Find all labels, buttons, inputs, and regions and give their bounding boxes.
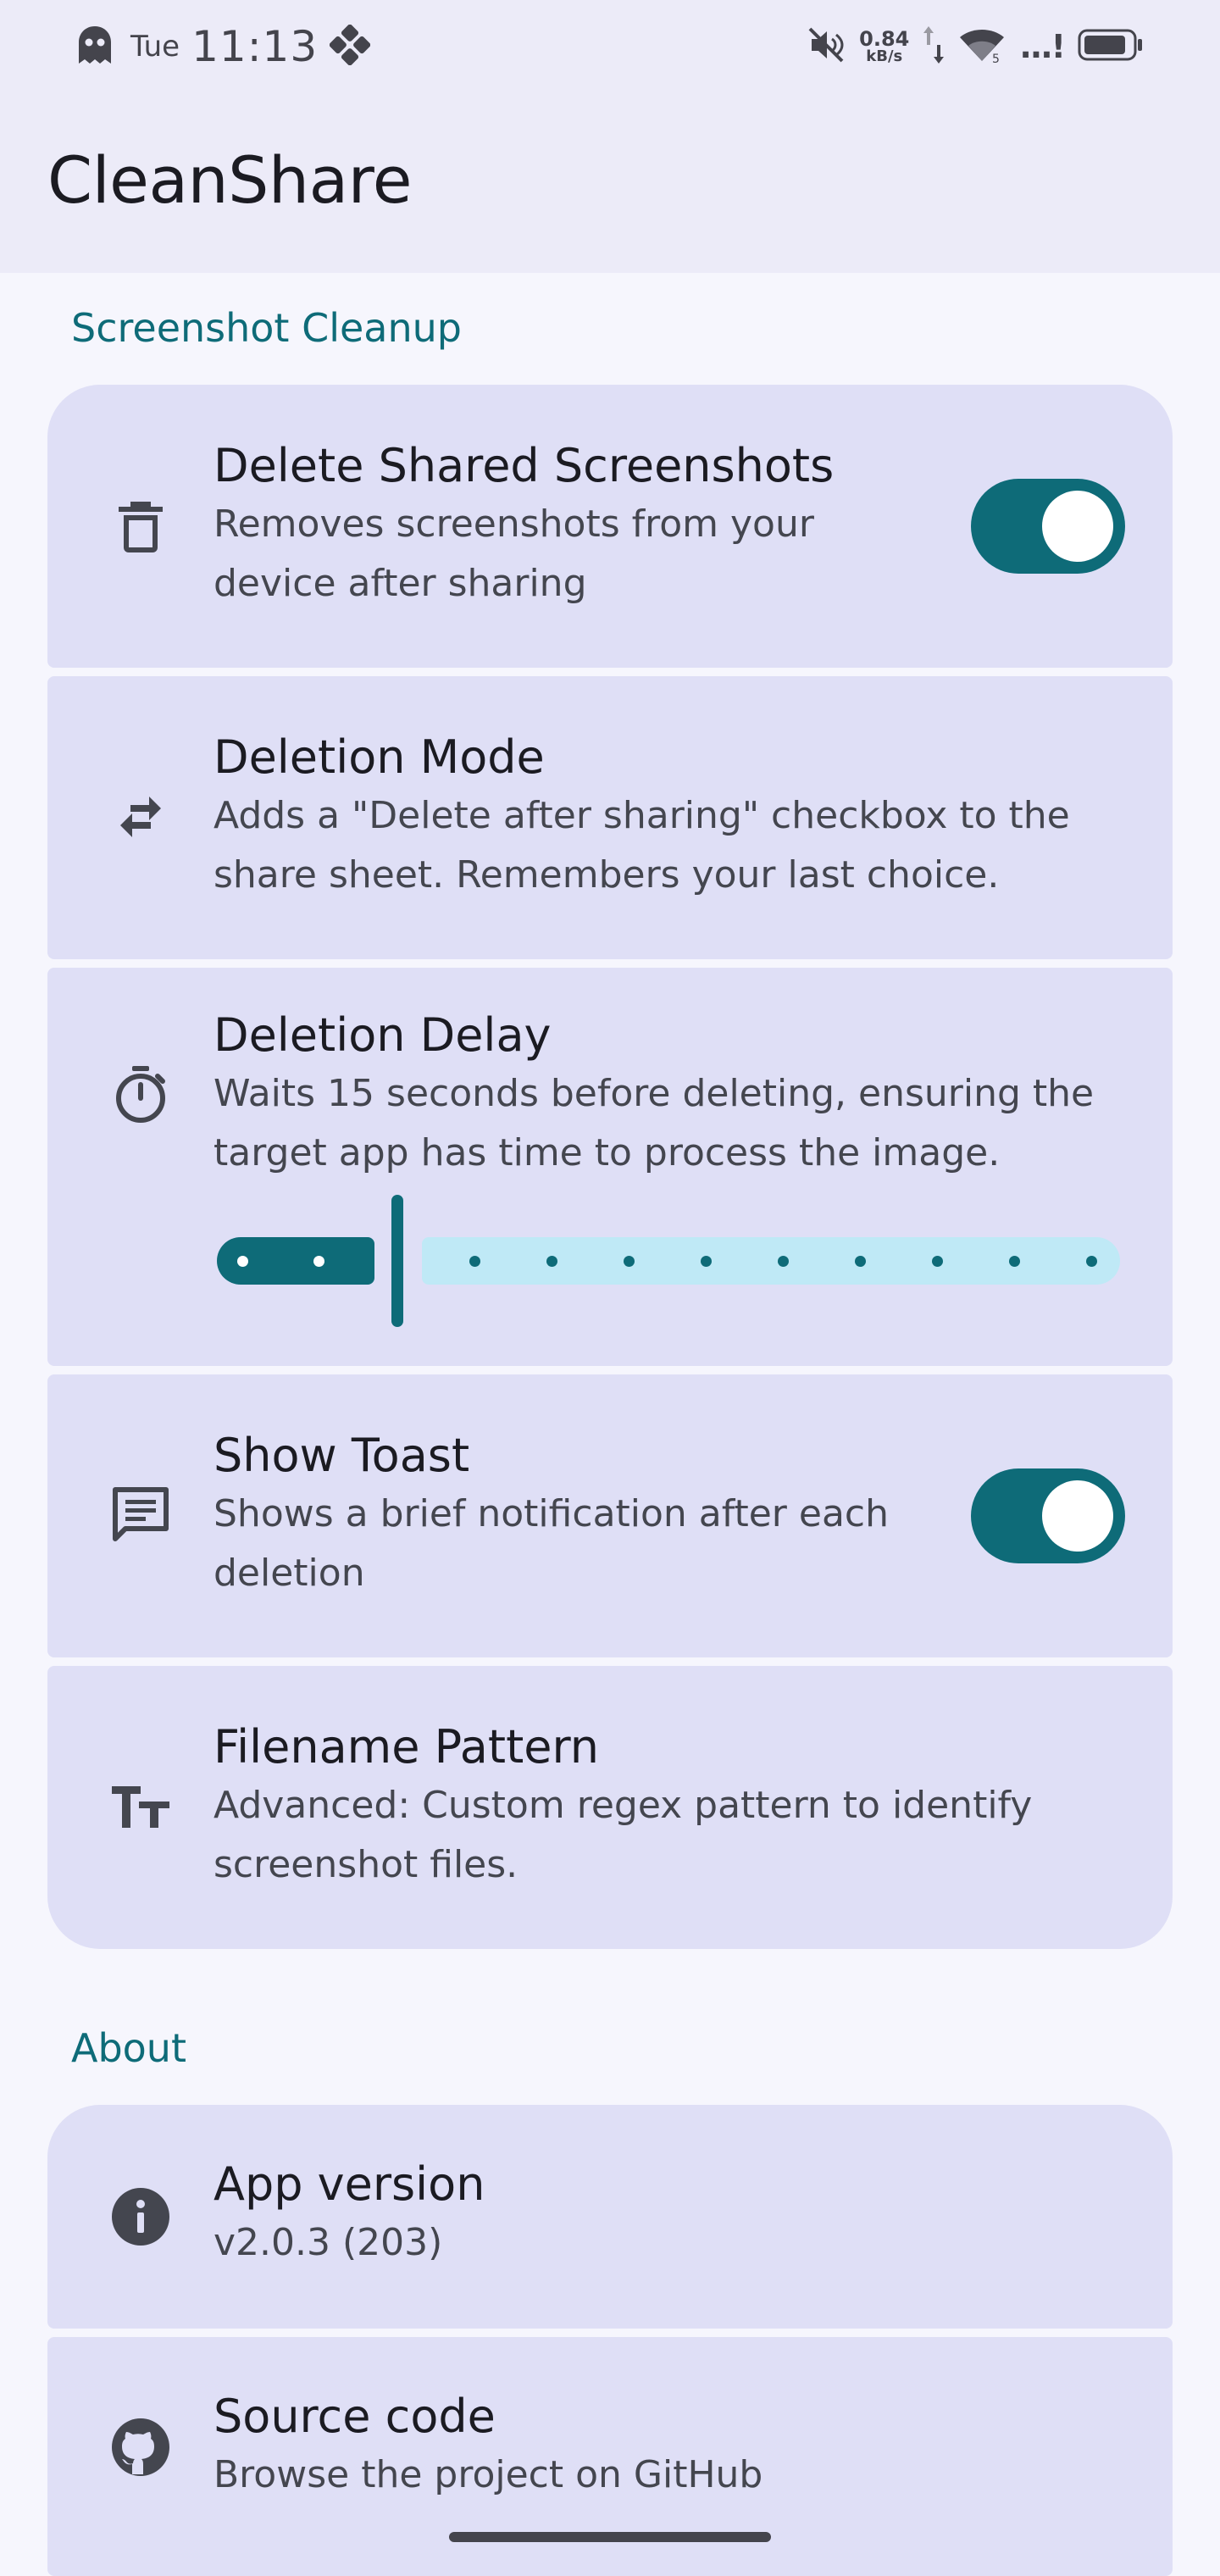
wifi-icon: 5 xyxy=(958,25,1006,68)
slider-tick xyxy=(855,1256,866,1267)
timer-icon xyxy=(108,1063,173,1127)
setting-deletion-mode[interactable]: Deletion Mode Adds a "Delete after shari… xyxy=(47,676,1173,959)
message-icon xyxy=(108,1483,173,1547)
slider-tick xyxy=(469,1256,480,1267)
setting-desc-line-1: Adds a "Delete after sharing" checkbox t… xyxy=(214,794,1070,837)
signal-indicator: ...! xyxy=(1019,28,1066,65)
net-speed-unit: kB/s xyxy=(866,47,903,65)
net-speed-value: 0.84 xyxy=(859,27,910,51)
slider-tick xyxy=(1086,1256,1097,1267)
toggle-thumb xyxy=(1042,491,1113,562)
slider-handle[interactable] xyxy=(391,1195,403,1327)
info-icon xyxy=(108,2185,173,2249)
about-title: Source code xyxy=(214,2390,496,2443)
slider-tick xyxy=(237,1256,248,1267)
slider-tick xyxy=(1009,1256,1020,1267)
slider-tick xyxy=(546,1256,557,1267)
setting-title: Filename Pattern xyxy=(214,1720,599,1774)
setting-title: Show Toast xyxy=(214,1429,470,1482)
setting-title: Deletion Mode xyxy=(214,730,545,784)
data-arrows-icon xyxy=(923,23,945,70)
slider-tick xyxy=(778,1256,789,1267)
deletion-delay-slider[interactable] xyxy=(217,1195,1125,1330)
setting-title: Deletion Delay xyxy=(214,1008,552,1062)
setting-desc-line-2: deletion xyxy=(214,1552,365,1595)
grid-app-icon xyxy=(329,24,371,69)
section-title-cleanup: Screenshot Cleanup xyxy=(71,305,462,351)
app-title: CleanShare xyxy=(47,142,413,218)
slider-tick xyxy=(624,1256,635,1267)
slider-tick xyxy=(701,1256,712,1267)
top-app-bar: CleanShare xyxy=(0,93,1220,273)
setting-title: Delete Shared Screenshots xyxy=(214,439,835,492)
svg-text:5: 5 xyxy=(992,53,1000,64)
status-day: Tue xyxy=(130,30,180,64)
show-toast-toggle[interactable] xyxy=(971,1468,1125,1563)
home-indicator[interactable] xyxy=(449,2532,771,2542)
app-version-value: v2.0.3 (203) xyxy=(214,2221,443,2264)
setting-desc-line-1: Shows a brief notification after each xyxy=(214,1492,889,1535)
trash-icon xyxy=(108,493,173,558)
setting-desc-line-1: Advanced: Custom regex pattern to identi… xyxy=(214,1784,1033,1827)
slider-tick xyxy=(932,1256,943,1267)
toggle-thumb xyxy=(1042,1480,1113,1552)
text-format-icon xyxy=(108,1774,173,1839)
setting-delete-shared[interactable]: Delete Shared Screenshots Removes screen… xyxy=(47,385,1173,668)
status-time: 11:13 xyxy=(191,22,319,71)
setting-desc-line-2: share sheet. Remembers your last choice. xyxy=(214,853,1000,897)
setting-desc-line-2: target app has time to process the image… xyxy=(214,1131,1001,1174)
about-title: App version xyxy=(214,2157,485,2211)
about-app-version[interactable]: App version v2.0.3 (203) xyxy=(47,2105,1173,2329)
section-title-about: About xyxy=(71,2025,187,2071)
ghost-icon xyxy=(76,25,114,69)
delete-shared-toggle[interactable] xyxy=(971,479,1125,574)
setting-show-toast[interactable]: Show Toast Shows a brief notification af… xyxy=(47,1374,1173,1657)
setting-filename-pattern[interactable]: Filename Pattern Advanced: Custom regex … xyxy=(47,1666,1173,1949)
battery-icon xyxy=(1078,28,1144,65)
swap-arrows-icon xyxy=(108,785,173,849)
mute-icon xyxy=(807,25,846,68)
setting-desc-line-1: Removes screenshots from your xyxy=(214,502,814,546)
net-speed: 0.84 kB/s xyxy=(859,29,909,64)
slider-tick xyxy=(313,1256,324,1267)
status-bar: Tue 11:13 0.84 kB/s 5 ...! xyxy=(0,0,1220,93)
setting-desc-line-1: Waits 15 seconds before deleting, ensuri… xyxy=(214,1072,1095,1115)
about-desc: Browse the project on GitHub xyxy=(214,2453,763,2496)
setting-desc-line-2: device after sharing xyxy=(214,562,587,605)
github-icon xyxy=(108,2415,173,2479)
setting-desc-line-2: screenshot files. xyxy=(214,1843,518,1886)
